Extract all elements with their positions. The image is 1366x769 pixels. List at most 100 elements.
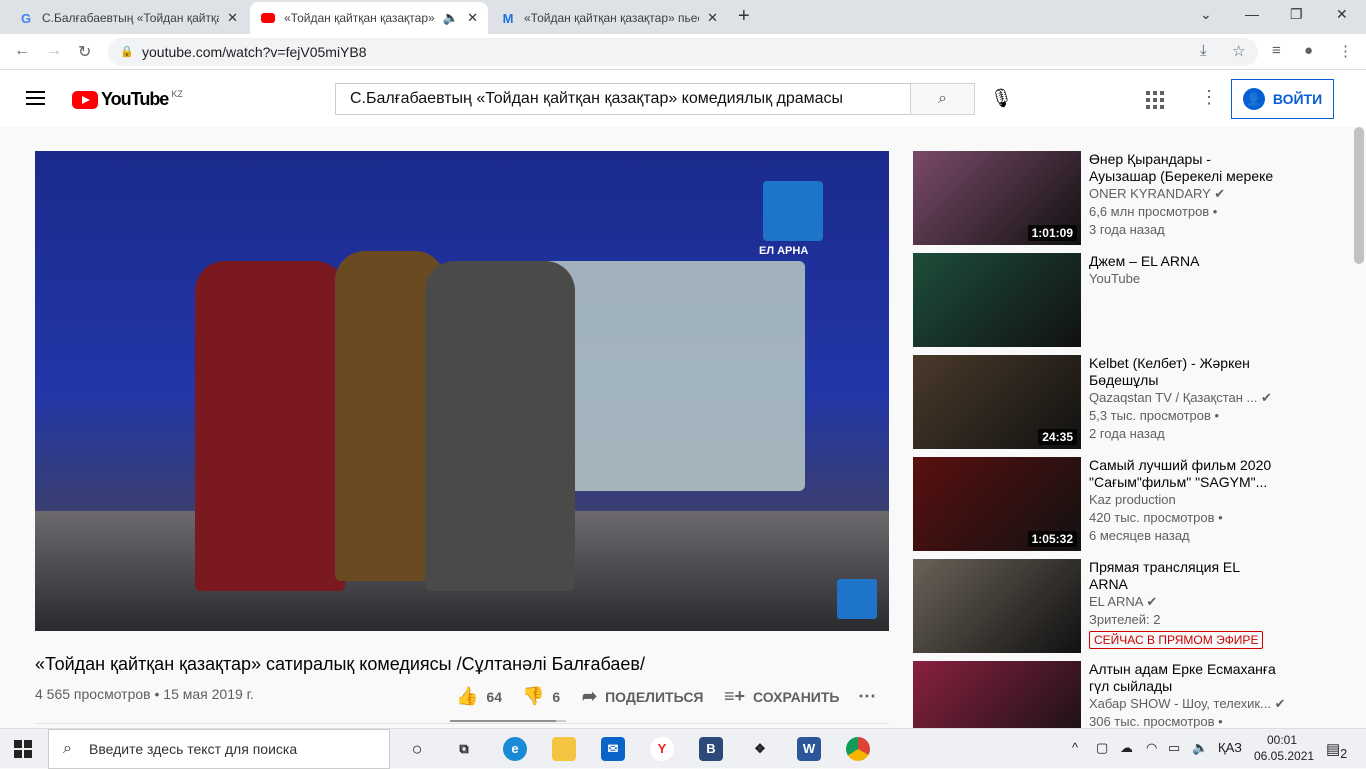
maximize-button[interactable]: ❐ (1290, 6, 1303, 23)
tab-m[interactable]: M «Тойдан қайтқан қазақтар» пьеса ✕ (490, 2, 728, 34)
verified-icon: ✔ (1214, 186, 1226, 201)
lock-icon: 🔒 (120, 46, 134, 58)
language-indicator[interactable]: ҚАЗ (1218, 740, 1242, 755)
taskbar-search-input[interactable]: ⌕ Введите здесь текст для поиска (48, 729, 390, 769)
share-button[interactable]: ➦ ПОДЕЛИТЬСЯ (582, 686, 704, 707)
word-icon[interactable]: W (797, 737, 821, 761)
youtube-icon (260, 10, 276, 26)
related-video-item[interactable]: 1:05:32 Самый лучший фильм 2020 "Сағым"фи… (913, 457, 1353, 551)
url-input[interactable]: 🔒 youtube.com/watch?v=fejV05miYB8 (108, 38, 1258, 66)
b-app-icon[interactable]: B (699, 737, 723, 761)
browser-tab-bar: G С.Балғабаевтың «Тойдан қайтқан ✕ «Тойд… (0, 0, 1366, 34)
video-thumbnail[interactable]: 24:35 (913, 355, 1081, 449)
channel-label: Qazaqstan TV / Қазақстан ... (1089, 390, 1258, 405)
forward-icon[interactable]: → (46, 42, 62, 60)
channel-label: Хабар SHOW - Шоу, телехик... (1089, 696, 1271, 711)
volume-icon[interactable]: 🔈 (1192, 740, 1208, 756)
chrome-icon[interactable] (846, 737, 870, 761)
cortana-icon[interactable]: ○ (405, 737, 429, 761)
search-icon: ⌕ (63, 740, 72, 757)
video-title[interactable]: Самый лучший фильм 2020 "Сағым"фильм" "S… (1089, 457, 1279, 491)
channel-name: EL ARNA ✔ (1089, 593, 1279, 611)
duration-badge: 1:05:32 (1027, 531, 1077, 547)
edge-icon[interactable]: e (503, 737, 527, 761)
close-icon[interactable]: ✕ (227, 10, 238, 26)
like-button[interactable]: 👍 64 (456, 686, 502, 707)
menu-icon[interactable]: ⋮ (1338, 42, 1353, 60)
bookmark-star-icon[interactable]: ☆ (1232, 42, 1245, 60)
profile-icon[interactable]: ● (1304, 42, 1313, 59)
notification-count: 2 (1340, 747, 1348, 761)
settings-icon[interactable]: ⋮ (1200, 87, 1218, 108)
close-icon[interactable]: ✕ (467, 10, 478, 26)
tab-youtube[interactable]: «Тойдан қайтқан қазақтар» 🔈 ✕ (250, 2, 488, 34)
menu-icon[interactable] (26, 91, 45, 109)
minimize-button[interactable]: — (1245, 6, 1259, 22)
tab-search-icon[interactable]: ⌄ (1200, 6, 1212, 23)
task-view-icon[interactable]: ⧉ (452, 737, 476, 761)
video-title[interactable]: Kelbet (Келбет) - Жәркен Бөдешұлы (1089, 355, 1279, 389)
video-thumbnail[interactable] (913, 253, 1081, 347)
speaker-icon[interactable]: 🔈 (443, 10, 459, 26)
search-button[interactable]: ⌕ (910, 83, 975, 115)
video-views-date: 4 565 просмотров • 15 мая 2019 г. (35, 686, 254, 702)
reload-icon[interactable]: ↻ (78, 42, 91, 62)
onedrive-icon[interactable]: ☁ (1120, 740, 1133, 756)
scrollbar[interactable] (1354, 127, 1364, 264)
wifi-icon[interactable]: ◠ (1146, 740, 1157, 756)
install-icon[interactable]: ⤓ (1200, 42, 1207, 59)
channel-name: Kaz production (1089, 491, 1279, 509)
more-icon: ⋯ (858, 686, 876, 706)
video-title[interactable]: Прямая трансляция EL ARNA (1089, 559, 1279, 593)
verified-icon: ✔ (1146, 594, 1158, 609)
video-title[interactable]: Өнер Қырандары - Ауызашар (Берекелі мере… (1089, 151, 1279, 185)
related-video-item[interactable]: 24:35 Kelbet (Келбет) - Жәркен Бөдешұлы Qa… (913, 355, 1353, 449)
media-icon[interactable]: ≡ (1272, 42, 1281, 59)
video-thumbnail[interactable] (913, 559, 1081, 653)
show-hidden-icons[interactable]: ^ (1072, 740, 1078, 755)
video-player[interactable]: ЕЛ АРНА (35, 151, 889, 631)
sign-in-button[interactable]: 👤 ВОЙТИ (1231, 79, 1334, 119)
google-icon: G (20, 10, 32, 26)
notifications-icon[interactable]: ▤2 (1326, 740, 1347, 761)
new-tab-button[interactable]: + (738, 5, 750, 28)
more-actions-button[interactable]: ⋯ (858, 686, 876, 707)
save-button[interactable]: ≡+ СОХРАНИТЬ (724, 686, 839, 707)
video-thumbnail[interactable]: 1:01:09 (913, 151, 1081, 245)
time: 00:01 (1266, 733, 1298, 747)
related-video-item[interactable]: Прямая трансляция EL ARNA EL ARNA ✔ Зрител… (913, 559, 1353, 653)
upload-age: 2 года назад (1089, 426, 1165, 441)
video-thumbnail[interactable]: 1:05:32 (913, 457, 1081, 551)
video-title[interactable]: Джем – EL ARNA (1089, 253, 1279, 270)
mail-icon[interactable]: ✉ (601, 737, 625, 761)
dislike-button[interactable]: 👎 6 (522, 686, 560, 707)
channel-watermark: ЕЛ АРНА (759, 245, 809, 257)
meet-icon[interactable]: ▢ (1096, 740, 1108, 756)
m-icon: M (502, 10, 514, 26)
close-window-button[interactable]: ✕ (1336, 6, 1348, 23)
tab-google[interactable]: G С.Балғабаевтың «Тойдан қайтқан ✕ (8, 2, 248, 34)
tab-title: «Тойдан қайтқан қазақтар» пьеса (524, 11, 700, 25)
search-input[interactable]: С.Балғабаевтың «Тойдан қайтқан қазақтар»… (335, 83, 911, 115)
close-icon[interactable]: ✕ (707, 10, 718, 26)
video-title[interactable]: Алтын адам Ерке Есмаханға гүл сыйлады (1089, 661, 1279, 695)
battery-icon[interactable]: ▭ (1168, 740, 1180, 756)
share-icon: ➦ (582, 686, 598, 706)
windows-start-icon[interactable] (14, 740, 32, 758)
live-badge: СЕЙЧАС В ПРЯМОМ ЭФИРЕ (1089, 631, 1264, 649)
related-video-item[interactable]: 1:01:09 Өнер Қырандары - Ауызашар (Береке… (913, 151, 1353, 245)
channel-logo-small (837, 579, 877, 619)
dropbox-icon[interactable]: ❖ (748, 737, 772, 761)
related-video-item[interactable]: Джем – EL ARNA YouTube (913, 253, 1353, 347)
tab-title: С.Балғабаевтың «Тойдан қайтқан (42, 11, 220, 25)
region-label: KZ (171, 89, 183, 99)
back-icon[interactable]: ← (14, 42, 30, 60)
clock[interactable]: 00:01 06.05.2021 (1254, 732, 1314, 764)
file-explorer-icon[interactable] (552, 737, 576, 761)
apps-icon[interactable] (1146, 91, 1164, 109)
microphone-icon[interactable]: 🎙 (990, 88, 1013, 109)
youtube-logo[interactable]: YouTube KZ (72, 89, 183, 110)
like-count: 64 (486, 688, 502, 705)
channel-logo (763, 181, 823, 241)
yandex-browser-icon[interactable]: Y (650, 737, 674, 761)
